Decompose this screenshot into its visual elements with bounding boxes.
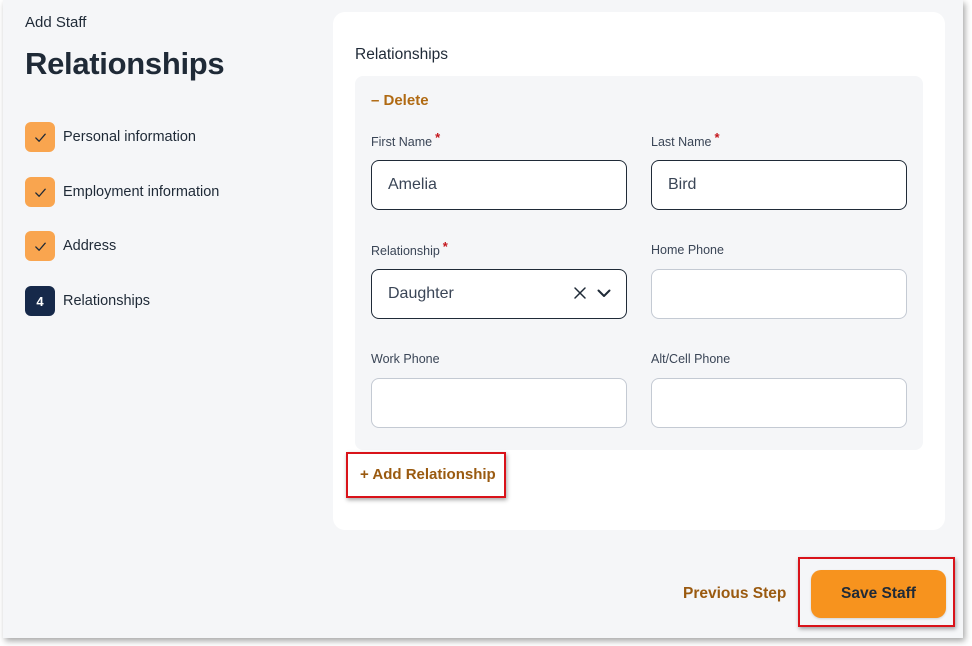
page-title: Relationships <box>25 46 225 81</box>
select-value: Daughter <box>388 285 454 302</box>
last-name-input[interactable]: Bird <box>651 160 907 210</box>
home-phone-input[interactable] <box>651 269 907 319</box>
select-controls <box>572 285 612 301</box>
home-phone-label: Home Phone <box>651 243 724 257</box>
check-icon <box>34 188 46 197</box>
previous-step-link[interactable]: Previous Step <box>683 585 786 603</box>
input-value: Bird <box>668 176 697 193</box>
field-label-text: Relationship <box>371 244 440 258</box>
step-complete-badge <box>25 177 55 207</box>
delete-relationship-link[interactable]: – Delete <box>371 92 429 109</box>
relationship-select[interactable]: Daughter <box>371 269 627 319</box>
card-title: Relationships <box>355 46 449 63</box>
step-relationships[interactable]: 4 Relationships <box>25 286 285 316</box>
step-complete-badge <box>25 231 55 261</box>
step-label: Employment information <box>63 184 220 200</box>
alt-cell-phone-label: Alt/Cell Phone <box>651 352 731 366</box>
required-marker: * <box>714 130 720 145</box>
clear-x-icon[interactable] <box>572 285 588 301</box>
step-label: Address <box>63 238 117 254</box>
app-frame: Add Staff Relationships Personal informa… <box>3 0 963 638</box>
step-address[interactable]: Address <box>25 231 285 261</box>
alt-cell-phone-input[interactable] <box>651 378 907 428</box>
work-phone-label: Work Phone <box>371 352 440 366</box>
step-employment-information[interactable]: Employment information <box>25 177 285 207</box>
chevron-down-icon[interactable] <box>596 285 612 301</box>
relationship-label: Relationship * <box>371 239 448 258</box>
step-label: Personal information <box>63 129 196 145</box>
first-name-input[interactable]: Amelia <box>371 160 627 210</box>
last-name-label: Last Name * <box>651 130 720 149</box>
step-complete-badge <box>25 122 55 152</box>
field-label-text: Last Name <box>651 135 712 149</box>
highlight-box <box>798 557 955 627</box>
step-label: Relationships <box>63 293 151 309</box>
highlight-box <box>346 452 506 498</box>
required-marker: * <box>435 130 441 145</box>
field-label-text: First Name <box>371 135 433 149</box>
relationship-entry: – Delete First Name * Amelia Last Name * B… <box>355 76 923 450</box>
input-value: Amelia <box>388 176 437 193</box>
step-number-badge: 4 <box>25 286 55 316</box>
required-marker: * <box>442 239 448 254</box>
check-icon <box>34 133 46 142</box>
first-name-label: First Name * <box>371 130 440 149</box>
check-icon <box>34 242 46 251</box>
step-personal-information[interactable]: Personal information <box>25 122 285 152</box>
page-subtitle: Add Staff <box>25 14 87 31</box>
work-phone-input[interactable] <box>371 378 627 428</box>
